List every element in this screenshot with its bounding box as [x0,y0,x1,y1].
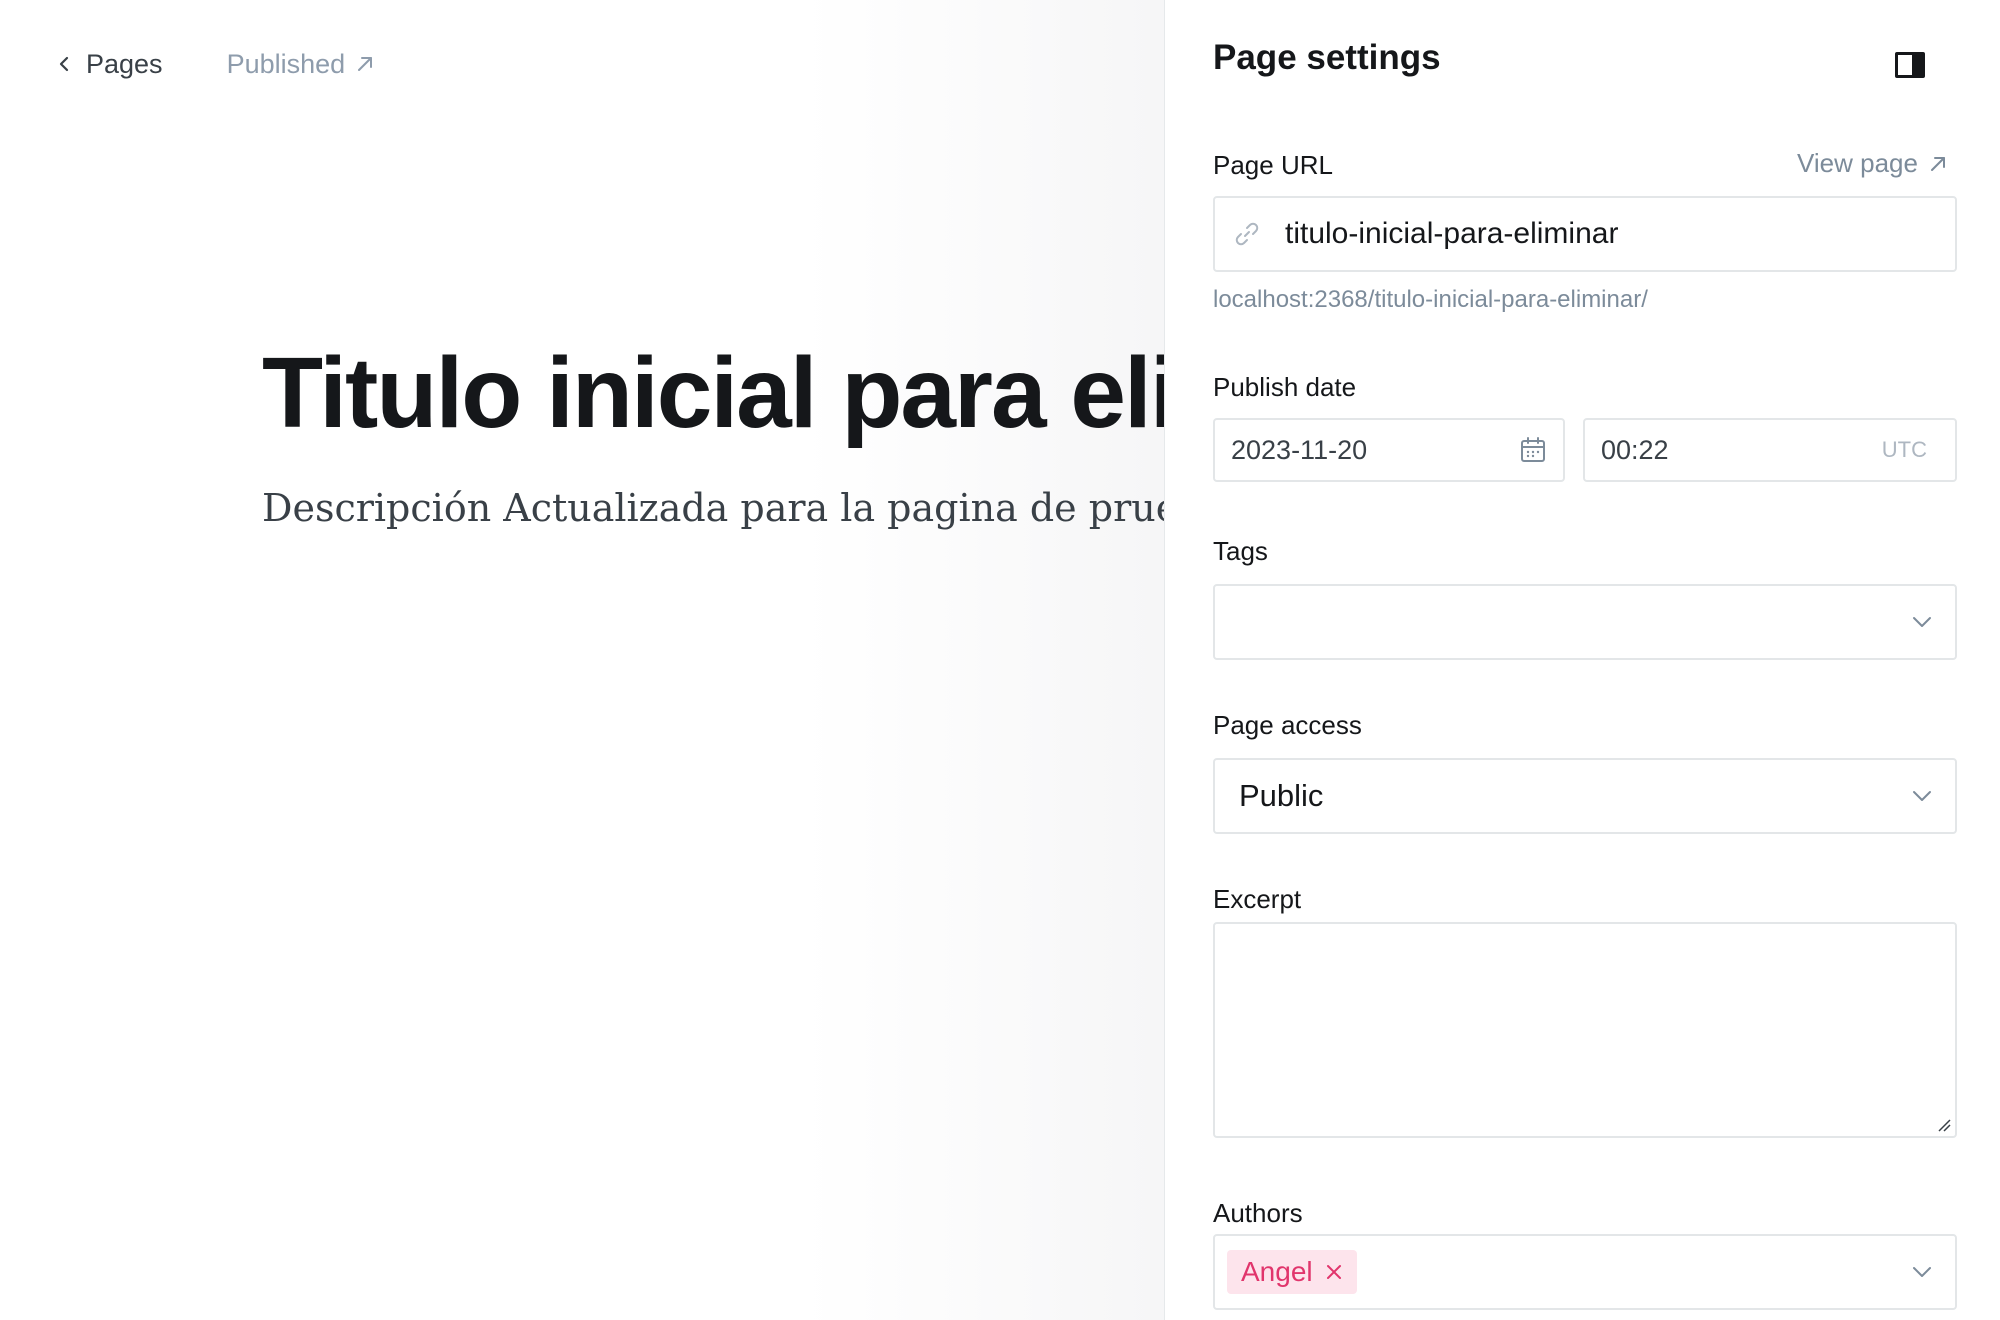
authors-label: Authors [1213,1198,1303,1228]
editor-topbar: Pages Published [56,44,375,84]
sidebar-toggle-icon[interactable] [1895,52,1925,78]
publish-time-value: 00:22 [1601,434,1669,465]
calendar-icon[interactable] [1519,436,1547,464]
publish-time-input[interactable]: 00:22 UTC [1583,418,1957,482]
arrow-up-right-icon [1930,156,1945,171]
author-tag[interactable]: Angel [1227,1250,1357,1294]
status-label: Published [226,48,346,79]
timezone-label: UTC [1881,437,1927,462]
back-to-pages-link[interactable]: Pages [56,49,163,80]
page-access-value: Public [1239,778,1324,813]
back-link-label: Pages [86,48,163,79]
published-status-link[interactable]: Published [227,49,376,80]
page-access-select[interactable]: Public [1213,758,1957,834]
chevron-left-icon [59,56,69,72]
page-description[interactable]: Descripción Actualizada para la pagina d… [262,486,1164,530]
page-url-value: titulo-inicial-para-eliminar [1285,217,1619,250]
panel-title: Page settings [1213,38,1441,77]
page-url-hint: localhost:2368/titulo-inicial-para-elimi… [1213,286,1648,313]
arrow-up-right-icon [358,57,373,71]
excerpt-textarea[interactable] [1213,922,1957,1138]
chevron-down-icon [1913,791,1931,801]
page-url-input[interactable]: titulo-inicial-para-eliminar [1213,196,1957,272]
excerpt-label: Excerpt [1213,884,1302,914]
publish-date-input[interactable]: 2023-11-20 [1213,418,1565,482]
resize-grip-icon[interactable] [1935,1116,1951,1132]
chevron-down-icon [1913,1267,1931,1277]
view-page-link[interactable]: View page [1797,148,1948,179]
close-icon[interactable] [1325,1263,1343,1281]
page-title[interactable]: Titulo inicial para eli [262,336,1164,451]
authors-select[interactable]: Angel [1213,1234,1957,1310]
chevron-down-icon [1913,617,1931,627]
view-page-label: View page [1797,148,1918,178]
page-access-label: Page access [1213,710,1362,740]
editor-canvas: Pages Published Titulo inicial para eli … [0,0,1164,1320]
page-url-label: Page URL [1213,150,1333,180]
page-settings-panel: Page settings Page URL View page titulo-… [1164,0,2000,1320]
link-icon [1235,222,1259,246]
publish-date-value: 2023-11-20 [1231,434,1368,465]
tags-select[interactable] [1213,584,1957,660]
author-name: Angel [1241,1256,1313,1287]
publish-date-label: Publish date [1213,372,1357,402]
tags-label: Tags [1213,536,1268,566]
editor-fade-overlay [804,0,1164,1320]
